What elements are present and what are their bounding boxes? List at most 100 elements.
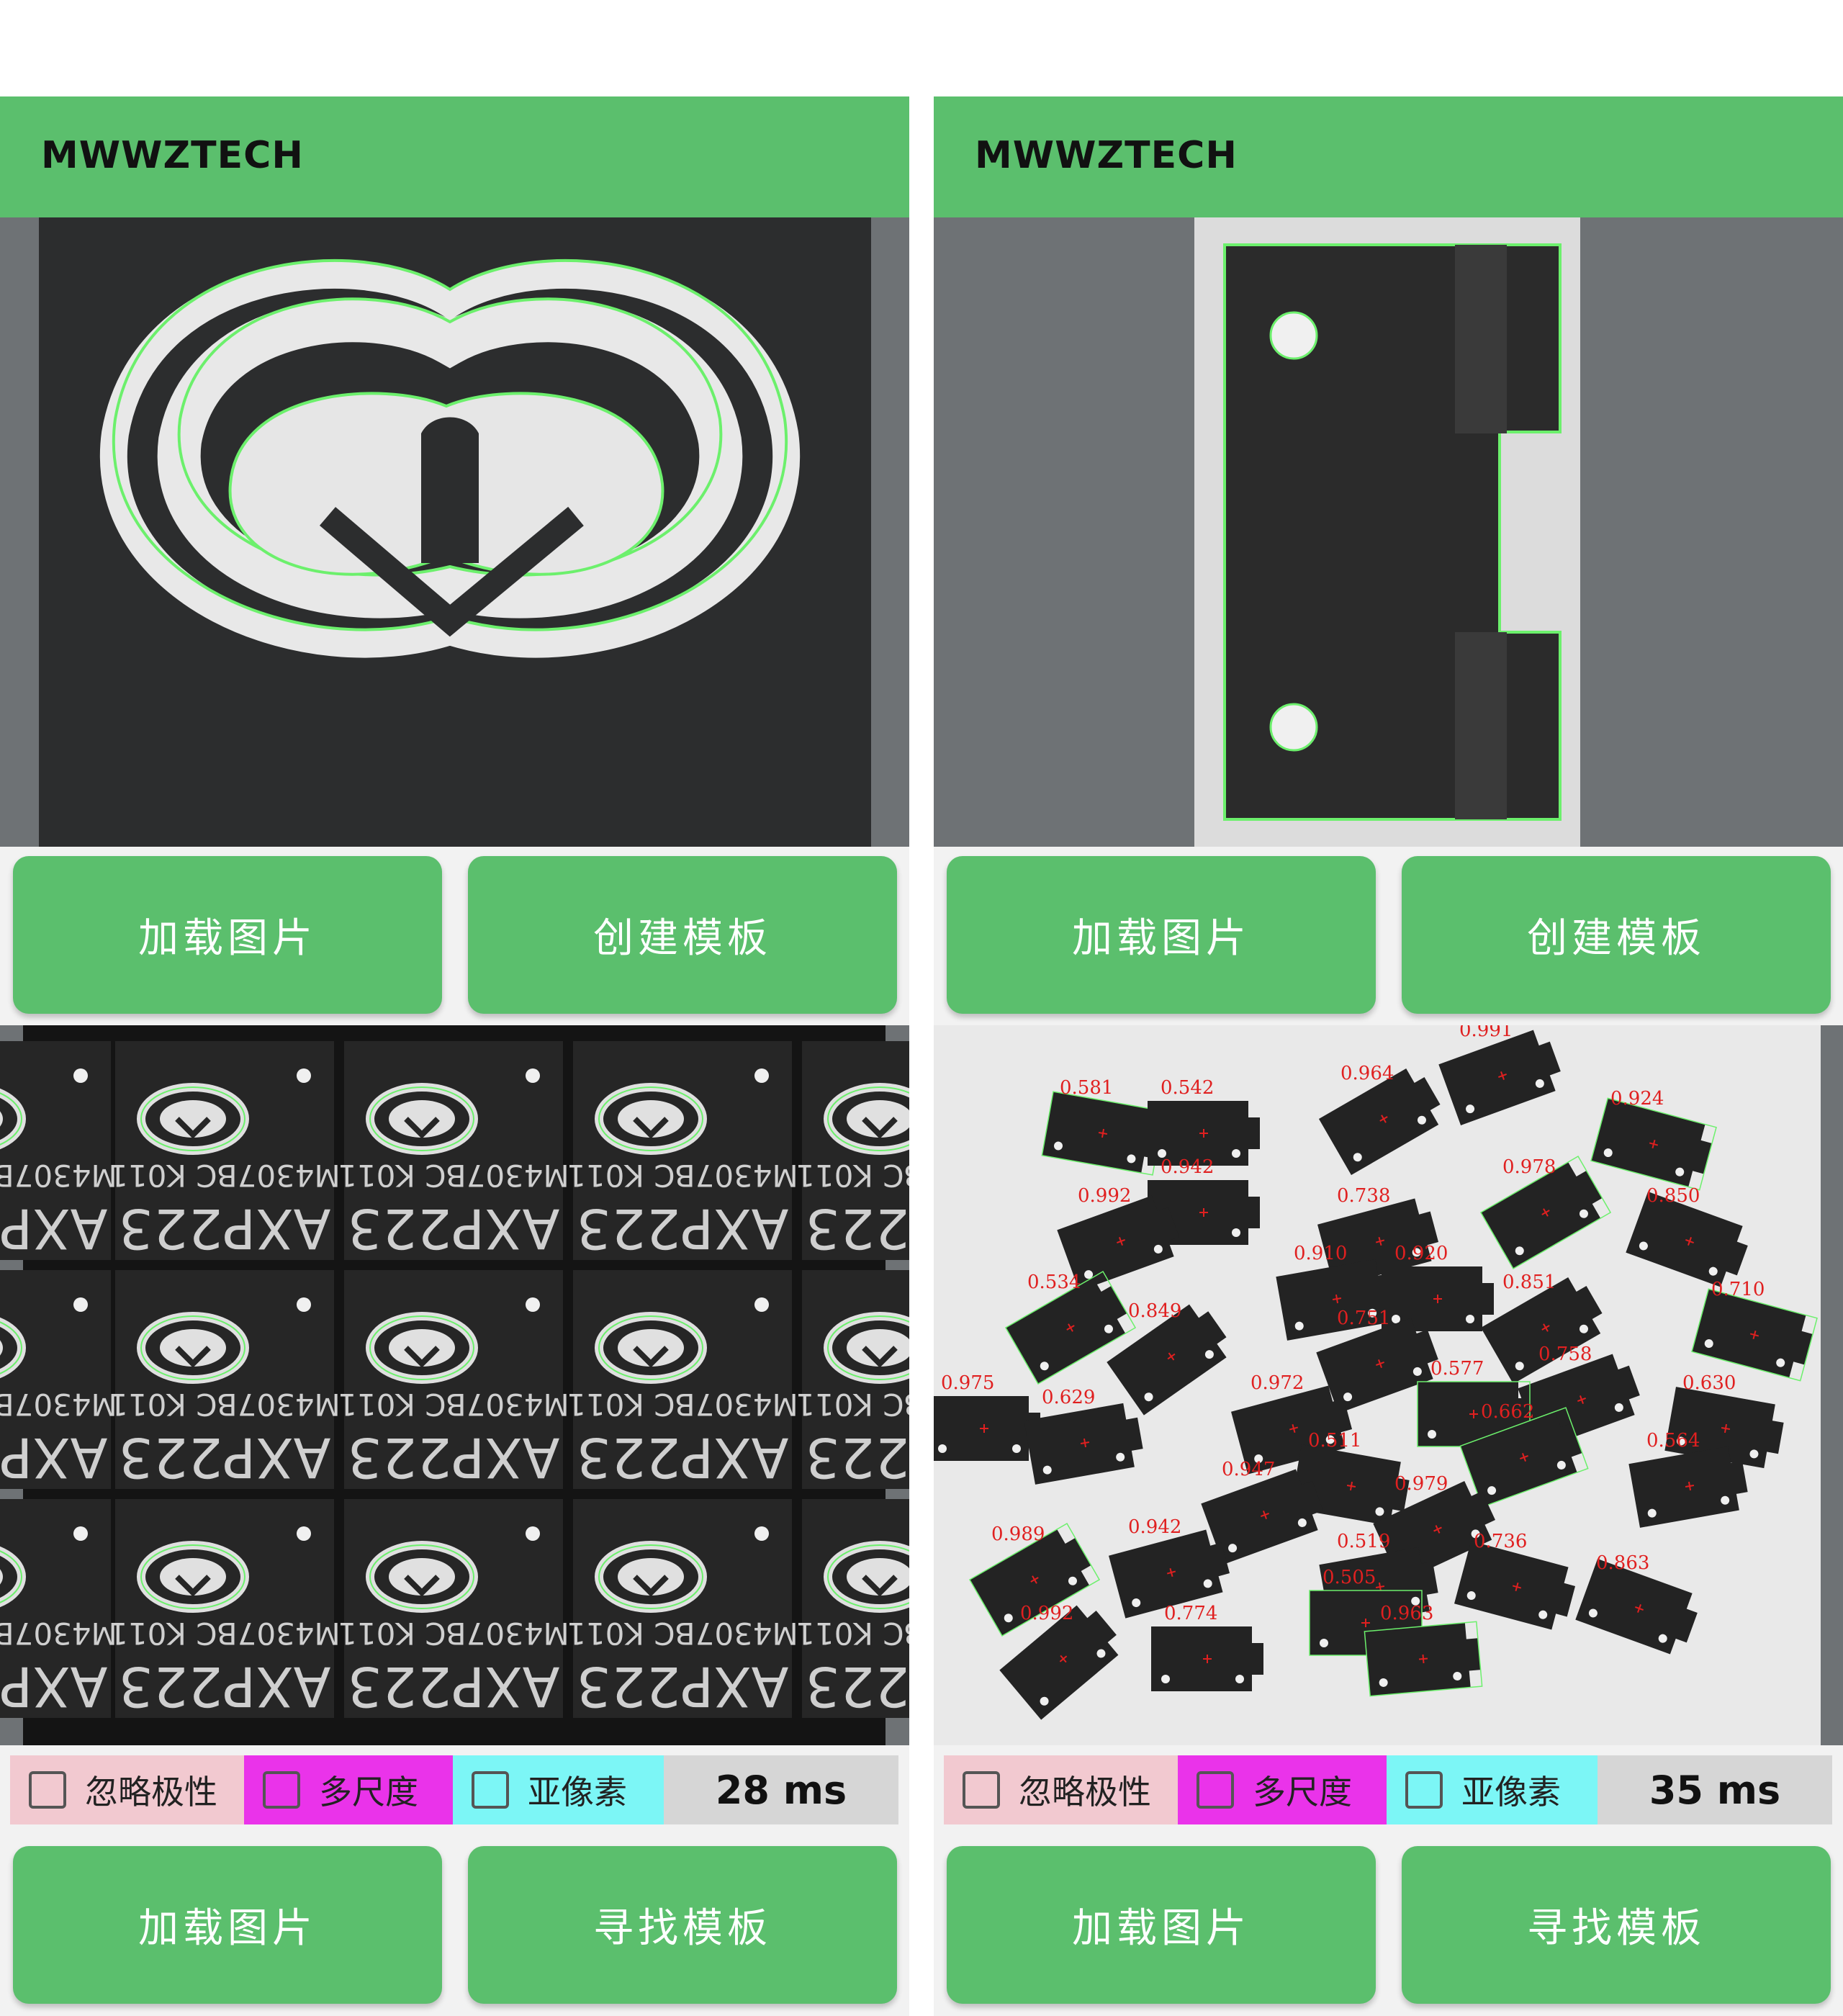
find-template-button[interactable]: 寻找模板 [1402, 1846, 1831, 2004]
match-score: 0.978 [1502, 1156, 1556, 1178]
chip-model-text: AXP223 [0, 1197, 107, 1261]
match-score: 0.564 [1646, 1430, 1700, 1452]
match-score: 0.924 [1610, 1088, 1664, 1110]
hinge-part [1151, 1626, 1263, 1691]
template-image-view[interactable] [934, 217, 1843, 847]
ignore-polarity-label: 忽略极性 [85, 1773, 217, 1812]
chip-model-text: AXP223 [806, 1197, 909, 1261]
ignore-polarity-option[interactable]: 忽略极性 [944, 1755, 1178, 1824]
chip-code-text: M4307BC K011 [796, 1158, 909, 1193]
chip: M4307BC K011 AXP223 [109, 1041, 341, 1261]
match-score: 0.975 [941, 1372, 994, 1394]
ignore-polarity-checkbox[interactable] [29, 1771, 66, 1809]
chip: M4307BC K011 AXP223 [338, 1499, 569, 1719]
multi-scale-option[interactable]: 多尺度 [1178, 1755, 1387, 1824]
match-score: 0.630 [1682, 1372, 1736, 1394]
match-score: 0.710 [1711, 1279, 1765, 1300]
match-score: 0.942 [1161, 1156, 1214, 1178]
chip: M4307BC K011 AXP223 [567, 1499, 798, 1719]
hinge-part [1364, 1621, 1483, 1697]
chip: M4307BC K011 AXP223 [0, 1041, 117, 1261]
chip-model-text: AXP223 [119, 1655, 331, 1719]
load-image-button[interactable]: 加载图片 [13, 856, 442, 1014]
match-score: 0.849 [1128, 1300, 1181, 1322]
chip: M4307BC K011 AXP223 [109, 1499, 341, 1719]
subpixel-checkbox[interactable] [1405, 1771, 1443, 1809]
subpixel-option[interactable]: 亚像素 [453, 1755, 664, 1824]
match-score: 0.851 [1502, 1272, 1556, 1293]
chip-code-text: M4307BC K011 [0, 1616, 117, 1651]
match-score: 0.991 [1459, 1025, 1513, 1041]
search-image-view[interactable]: 0.581 0.542 0.964 0.991 0.924 0.942 0.992 0.738… [934, 1025, 1843, 1745]
multi-scale-checkbox[interactable] [263, 1771, 300, 1809]
chip-model-text: AXP223 [348, 1197, 560, 1261]
chip-code-text: M4307BC K011 [796, 1616, 909, 1651]
match-score: 0.992 [1020, 1603, 1073, 1624]
create-template-button[interactable]: 创建模板 [468, 856, 897, 1014]
search-image-view[interactable]: M4307BC K011AXP223M4307BC K011AXP223M430… [0, 1025, 909, 1745]
chip-model-text: AXP223 [0, 1655, 107, 1719]
chip-code-text: M4307BC K011 [567, 1616, 798, 1651]
multi-scale-option[interactable]: 多尺度 [244, 1755, 453, 1824]
match-score: 0.942 [1128, 1516, 1181, 1538]
chip-code-text: M4307BC K011 [338, 1387, 569, 1422]
chip: M4307BC K011 AXP223 [109, 1270, 341, 1490]
multi-scale-checkbox[interactable] [1197, 1771, 1234, 1809]
match-score: 0.964 [1340, 1063, 1394, 1084]
chip: M4307BC K011 AXP223 [567, 1270, 798, 1490]
chip: M4307BC K011 AXP223 [796, 1041, 909, 1261]
chip-code-text: M4307BC K011 [0, 1158, 117, 1193]
chip: M4307BC K011 AXP223 [338, 1041, 569, 1261]
chip-code-text: M4307BC K011 [796, 1387, 909, 1422]
chip-code-text: M4307BC K011 [567, 1387, 798, 1422]
chip-code-text: M4307BC K011 [109, 1387, 341, 1422]
match-score: 0.577 [1430, 1358, 1484, 1380]
template-logo-image [0, 217, 909, 847]
find-template-button[interactable]: 寻找模板 [468, 1846, 897, 2004]
load-image-button-2[interactable]: 加载图片 [947, 1846, 1376, 2004]
template-image-view[interactable] [0, 217, 909, 847]
create-template-button[interactable]: 创建模板 [1402, 856, 1831, 1014]
chip: M4307BC K011 AXP223 [796, 1270, 909, 1490]
subpixel-label: 亚像素 [528, 1773, 627, 1812]
match-score: 0.662 [1481, 1401, 1534, 1423]
ignore-polarity-checkbox[interactable] [963, 1771, 1000, 1809]
chip-code-text: M4307BC K011 [0, 1387, 117, 1422]
ignore-polarity-label: 忽略极性 [1019, 1773, 1151, 1812]
options-bar: 忽略极性 多尺度 亚像素 35 ms [944, 1755, 1832, 1824]
options-bar: 忽略极性 多尺度 亚像素 28 ms [10, 1755, 898, 1824]
match-score: 0.511 [1308, 1430, 1361, 1452]
match-score: 0.979 [1394, 1473, 1448, 1495]
app-header: MWWZTECH [934, 96, 1843, 217]
match-score: 0.758 [1538, 1344, 1592, 1365]
template-hinge-image [934, 217, 1843, 847]
match-score: 0.850 [1646, 1185, 1700, 1207]
chip-model-text: AXP223 [806, 1655, 909, 1719]
match-score: 0.505 [1322, 1567, 1376, 1588]
match-score: 0.947 [1222, 1459, 1275, 1480]
subpixel-option[interactable]: 亚像素 [1387, 1755, 1598, 1824]
match-score: 0.863 [1596, 1552, 1649, 1574]
match-score: 0.629 [1042, 1387, 1095, 1408]
hinge-part [1382, 1266, 1494, 1331]
chip-code-text: M4307BC K011 [109, 1616, 341, 1651]
multi-scale-label: 多尺度 [1253, 1773, 1352, 1812]
chip-model-text: AXP223 [577, 1655, 789, 1719]
chip: M4307BC K011 AXP223 [567, 1041, 798, 1261]
match-score: 0.534 [1027, 1272, 1081, 1293]
app-title: MWWZTECH [41, 134, 304, 177]
elapsed-time: 35 ms [1649, 1767, 1781, 1813]
load-image-button[interactable]: 加载图片 [947, 856, 1376, 1014]
elapsed-time: 28 ms [715, 1767, 847, 1813]
right-panel: MWWZTECH 加载图片 创建模板 0.581 0.542 0.964 0.991 0… [934, 96, 1843, 2016]
match-score: 0.992 [1078, 1185, 1131, 1207]
match-score: 0.972 [1251, 1372, 1304, 1394]
load-image-button-2[interactable]: 加载图片 [13, 1846, 442, 2004]
chip-model-text: AXP223 [119, 1426, 331, 1490]
ignore-polarity-option[interactable]: 忽略极性 [10, 1755, 244, 1824]
chip: M4307BC K011 AXP223 [338, 1270, 569, 1490]
chip: M4307BC K011 AXP223 [0, 1270, 117, 1490]
chip-code-text: M4307BC K011 [338, 1616, 569, 1651]
subpixel-checkbox[interactable] [472, 1771, 509, 1809]
left-panel: MWWZTECH 加载图片 创建模板 M4307BC K011 [0, 96, 909, 2016]
